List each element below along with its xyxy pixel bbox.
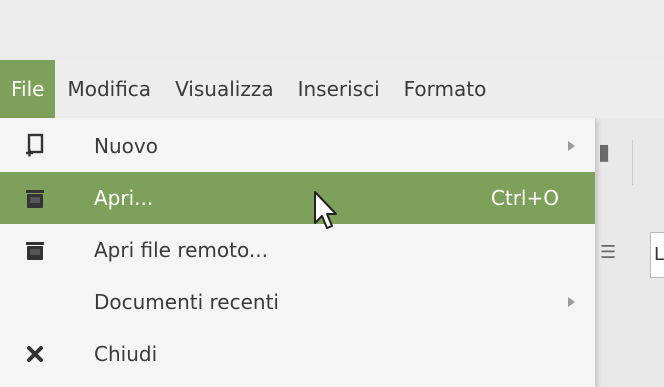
menu-item-apri-file-remoto[interactable]: Apri file remoto... bbox=[0, 224, 595, 276]
menu-item-nuovo[interactable]: Nuovo bbox=[0, 120, 595, 172]
menu-modifica[interactable]: Modifica bbox=[55, 60, 163, 118]
open-icon bbox=[22, 184, 48, 212]
menu-item-label: Nuovo bbox=[94, 134, 158, 158]
menu-item-apri[interactable]: Apri... Ctrl+O bbox=[0, 172, 595, 224]
menu-item-label: Documenti recenti bbox=[94, 290, 279, 314]
menu-item-label: Apri... bbox=[94, 186, 154, 210]
toolbar-separator bbox=[632, 140, 633, 185]
menu-item-label: Apri file remoto... bbox=[94, 238, 268, 262]
menu-file[interactable]: File bbox=[0, 60, 56, 118]
menu-formato[interactable]: Formato bbox=[392, 60, 499, 118]
menu-inserisci[interactable]: Inserisci bbox=[286, 60, 392, 118]
close-icon bbox=[22, 340, 48, 368]
menu-item-documenti-recenti[interactable]: Documenti recenti bbox=[0, 276, 595, 328]
submenu-arrow-icon bbox=[568, 141, 575, 151]
file-menu-dropdown: Nuovo Apri... Ctrl+O Apri file remoto...… bbox=[0, 118, 596, 387]
mouse-pointer-icon bbox=[314, 191, 337, 229]
toolbar-partial-icon[interactable]: ▮ bbox=[598, 140, 612, 178]
window-titlebar-area bbox=[0, 0, 664, 60]
align-icon[interactable]: ☰ bbox=[600, 242, 616, 263]
menu-visualizza[interactable]: Visualizza bbox=[163, 60, 286, 118]
open-remote-icon bbox=[22, 236, 48, 264]
menu-item-shortcut: Ctrl+O bbox=[490, 186, 559, 210]
new-document-icon bbox=[22, 132, 48, 160]
submenu-arrow-icon bbox=[568, 297, 575, 307]
menu-item-chiudi[interactable]: Chiudi bbox=[0, 328, 595, 380]
menubar: File Modifica Visualizza Inserisci Forma… bbox=[0, 60, 664, 118]
style-select[interactable]: L bbox=[650, 232, 664, 278]
menu-item-label: Chiudi bbox=[94, 342, 158, 366]
